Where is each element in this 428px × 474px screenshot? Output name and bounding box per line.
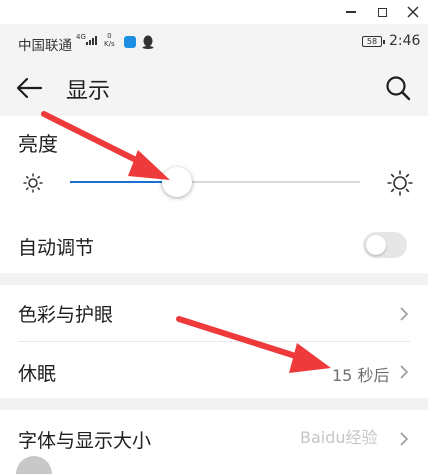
back-arrow-icon[interactable] (14, 74, 46, 102)
minimize-icon[interactable] (342, 3, 360, 21)
section-divider (0, 398, 428, 410)
section-divider (0, 273, 428, 285)
maximize-icon[interactable] (373, 3, 391, 21)
annotation-arrow (41, 111, 170, 180)
window-title-bar (0, 0, 428, 24)
floating-button[interactable] (16, 456, 52, 474)
auto-adjust-label: 自动调节 (18, 237, 95, 259)
brightness-title: 亮度 (18, 132, 58, 156)
signal-type: 4G (76, 33, 86, 41)
brightness-slider-fill (70, 181, 178, 183)
status-bar: 中国联通 4G 0 K/s 58 2:46 (0, 24, 428, 60)
sun-small-icon (23, 173, 43, 193)
sun-large-icon (387, 170, 413, 196)
brightness-slider[interactable] (70, 167, 360, 197)
font-size-label: 字体与显示大小 (18, 430, 152, 452)
qq-penguin-icon (142, 35, 154, 49)
net-speed: 0 K/s (104, 32, 115, 48)
sleep-value: 15 秒后 (332, 366, 390, 385)
sleep-label: 休眠 (18, 363, 57, 385)
chevron-right-icon (400, 432, 409, 446)
battery-indicator: 58 (362, 36, 385, 47)
net-speed-value: 0 (107, 32, 112, 40)
brightness-slider-thumb[interactable] (162, 167, 193, 197)
carrier-name: 中国联通 (18, 38, 72, 54)
close-icon[interactable] (404, 3, 422, 21)
net-speed-unit: K/s (104, 40, 115, 48)
status-time: 2:46 (389, 33, 421, 49)
app-bar: 显示 (0, 60, 428, 116)
signal-bars-icon (86, 36, 98, 45)
page-title: 显示 (66, 79, 111, 104)
color-eye-label: 色彩与护眼 (18, 304, 114, 326)
row-divider (18, 341, 410, 342)
auto-adjust-toggle[interactable] (363, 232, 407, 258)
watermark: Baidu经验 (300, 428, 378, 447)
chevron-right-icon (400, 365, 409, 379)
annotation-arrow (176, 316, 331, 373)
notification-app-icon (124, 36, 136, 48)
search-icon[interactable] (384, 74, 412, 102)
chevron-right-icon (400, 307, 409, 321)
